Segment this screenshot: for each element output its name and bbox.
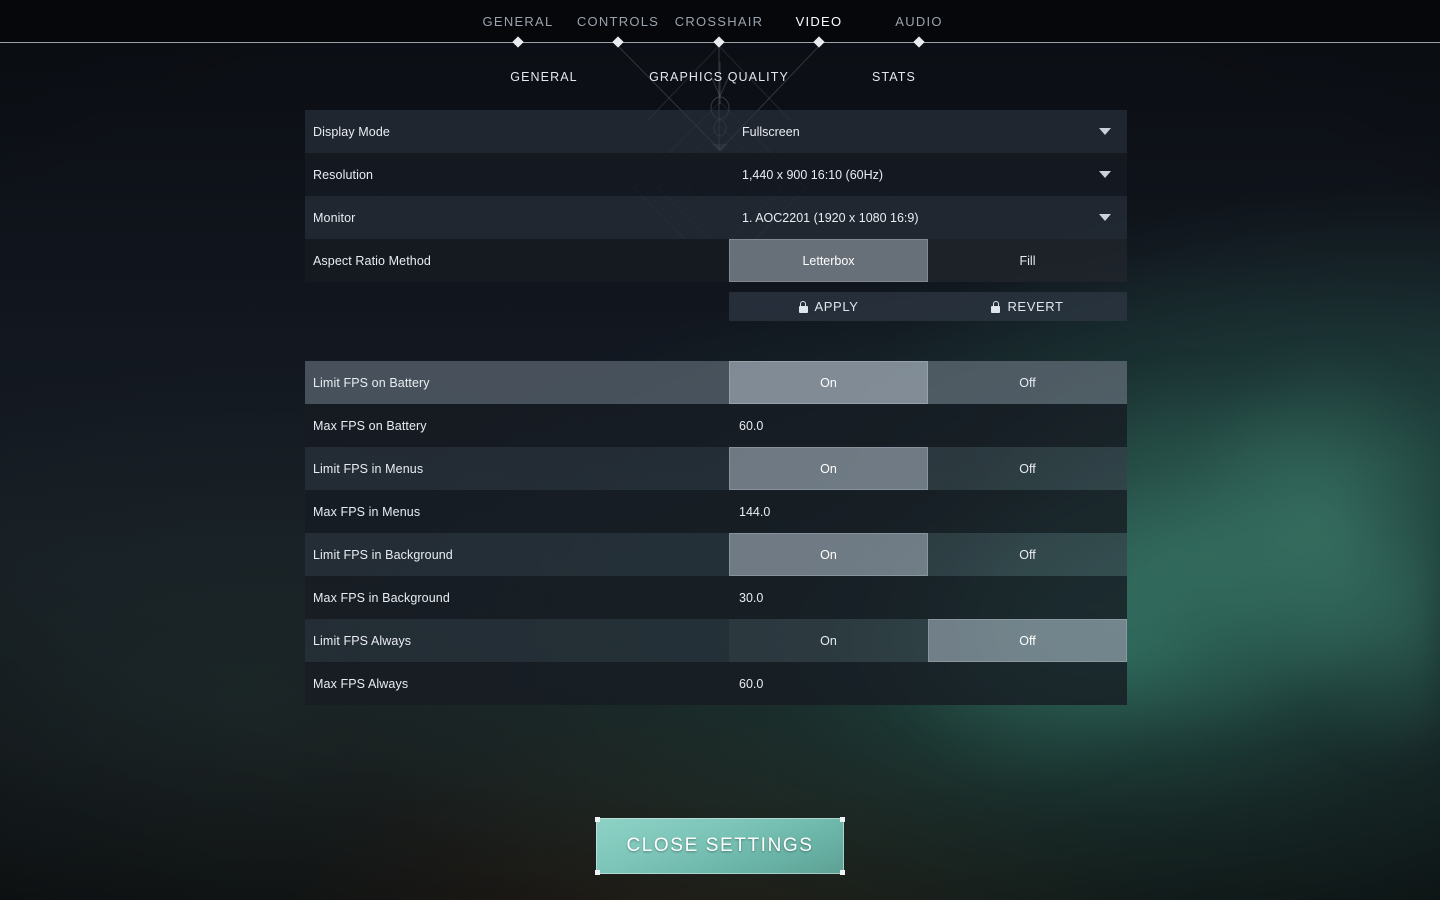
segmented-control: On Off [729, 361, 1127, 404]
subtab-graphics-quality[interactable]: GRAPHICS QUALITY [629, 62, 809, 92]
setting-label: Max FPS in Menus [313, 504, 421, 519]
lock-icon [798, 300, 808, 313]
setting-label: Aspect Ratio Method [313, 253, 431, 268]
segmented-control: On Off [729, 533, 1127, 576]
segmented-control: On Off [729, 619, 1127, 662]
segment-option-on[interactable]: On [729, 447, 928, 490]
revert-button-label: REVERT [1007, 299, 1064, 314]
corner-accent [595, 817, 600, 822]
corner-accent [840, 817, 845, 822]
apply-button-label: APPLY [814, 299, 859, 314]
close-settings-surface: CLOSE SETTINGS [596, 818, 844, 874]
settings-screen: GENERAL CONTROLS CROSSHAIR VIDEO AUDIO GENER… [0, 0, 1440, 900]
segmented-control: On Off [729, 447, 1127, 490]
subtab-general[interactable]: GENERAL [454, 62, 634, 92]
segmented-control: Letterbox Fill [729, 239, 1127, 282]
settings-row: Monitor 1. AOC2201 (1920 x 1080 16:9) [305, 196, 1127, 239]
revert-button[interactable]: REVERT [928, 292, 1127, 321]
segment-option-on[interactable]: On [729, 361, 928, 404]
setting-label: Max FPS on Battery [313, 418, 427, 433]
dropdown-value: 1. AOC2201 (1920 x 1080 16:9) [742, 210, 919, 225]
setting-label: Limit FPS in Background [313, 547, 453, 562]
settings-row: Max FPS in Background 30.0 [305, 576, 1127, 619]
settings-row: Display Mode Fullscreen [305, 110, 1127, 153]
subtab-stats[interactable]: STATS [804, 62, 984, 92]
setting-label: Resolution [313, 167, 374, 182]
display-settings-panel: Display Mode Fullscreen Resolution 1,440 x … [305, 110, 1127, 282]
fps-settings-panel: Limit FPS on Battery On Off Max FPS on Batt… [305, 361, 1127, 705]
segment-option-letterbox[interactable]: Letterbox [729, 239, 928, 282]
segment-option-off[interactable]: Off [928, 361, 1127, 404]
settings-row: Limit FPS in Background On Off [305, 533, 1127, 576]
setting-label: Monitor [313, 210, 356, 225]
settings-row: Aspect Ratio Method Letterbox Fill [305, 239, 1127, 282]
setting-label: Limit FPS in Menus [313, 461, 424, 476]
settings-row: Max FPS in Menus 144.0 [305, 490, 1127, 533]
setting-value[interactable]: 60.0 [729, 419, 763, 433]
settings-row: Limit FPS on Battery On Off [305, 361, 1127, 404]
apply-revert-bar: APPLY REVERT [729, 292, 1127, 321]
corner-accent [595, 870, 600, 875]
segment-option-fill[interactable]: Fill [928, 239, 1127, 282]
chevron-down-icon [1099, 171, 1111, 178]
close-settings-label: CLOSE SETTINGS [626, 835, 814, 856]
setting-label: Max FPS Always [313, 676, 409, 691]
setting-label: Limit FPS on Battery [313, 375, 430, 390]
settings-row: Max FPS Always 60.0 [305, 662, 1127, 705]
close-settings-button[interactable]: CLOSE SETTINGS [595, 817, 845, 875]
settings-row: Max FPS on Battery 60.0 [305, 404, 1127, 447]
setting-value[interactable]: 144.0 [729, 505, 770, 519]
setting-label: Display Mode [313, 124, 390, 139]
setting-label: Max FPS in Background [313, 590, 450, 605]
segment-option-on[interactable]: On [729, 619, 928, 662]
segment-option-off[interactable]: Off [928, 447, 1127, 490]
sub-tab-bar: GENERAL GRAPHICS QUALITY STATS [0, 62, 1440, 92]
segment-option-off[interactable]: Off [928, 619, 1127, 662]
setting-value[interactable]: 30.0 [729, 591, 763, 605]
main-tab-bar: GENERAL CONTROLS CROSSHAIR VIDEO AUDIO [0, 0, 1440, 48]
settings-row: Limit FPS Always On Off [305, 619, 1127, 662]
settings-row: Limit FPS in Menus On Off [305, 447, 1127, 490]
dropdown-display-mode[interactable]: Fullscreen [729, 110, 1127, 153]
settings-row: Resolution 1,440 x 900 16:10 (60Hz) [305, 153, 1127, 196]
chevron-down-icon [1099, 214, 1111, 221]
dropdown-resolution[interactable]: 1,440 x 900 16:10 (60Hz) [729, 153, 1127, 196]
setting-value[interactable]: 60.0 [729, 677, 763, 691]
segment-option-on[interactable]: On [729, 533, 928, 576]
corner-accent [840, 870, 845, 875]
dropdown-value: 1,440 x 900 16:10 (60Hz) [742, 167, 884, 182]
chevron-down-icon [1099, 128, 1111, 135]
apply-button[interactable]: APPLY [729, 292, 928, 321]
setting-label: Limit FPS Always [313, 633, 412, 648]
lock-icon [991, 300, 1001, 313]
dropdown-value: Fullscreen [742, 124, 800, 139]
segment-option-off[interactable]: Off [928, 533, 1127, 576]
dropdown-monitor[interactable]: 1. AOC2201 (1920 x 1080 16:9) [729, 196, 1127, 239]
